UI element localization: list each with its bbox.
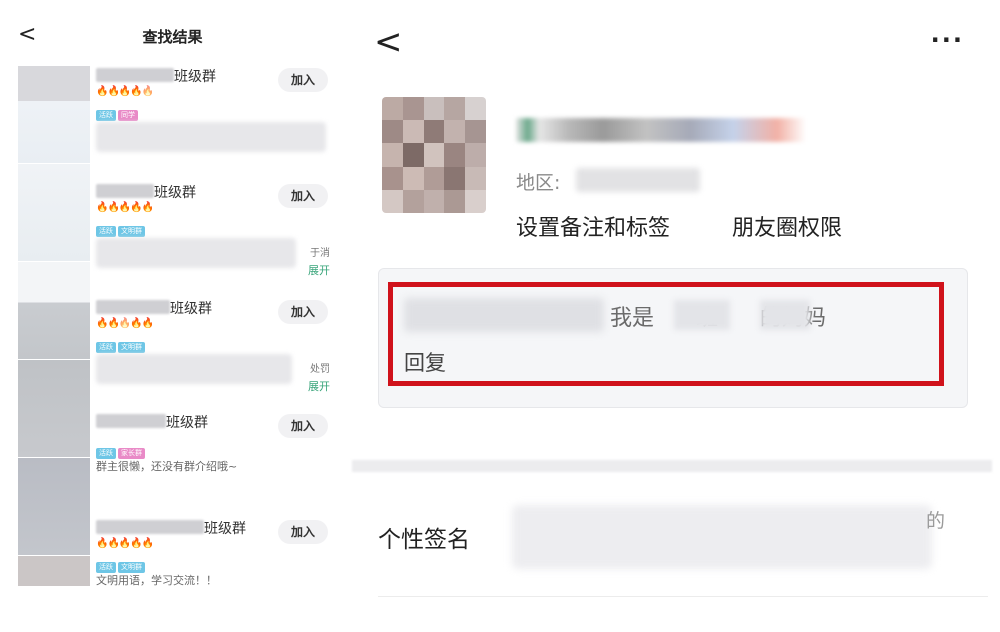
group-description: 文明用语，学习交流！！ bbox=[96, 574, 217, 587]
blurred-group-name bbox=[96, 520, 204, 534]
blurred-description bbox=[96, 122, 326, 152]
expand-link[interactable]: 展开 bbox=[308, 262, 330, 278]
activity-flames-icon: 🔥🔥🔥🔥🔥 bbox=[96, 86, 154, 97]
back-icon[interactable]: < bbox=[374, 22, 403, 62]
contact-profile-panel: < ··· 地区: 设置备注和标签 朋友圈权限 我是 班 的妈妈 回复 个性签名… bbox=[352, 0, 1000, 632]
blurred-description bbox=[96, 238, 296, 268]
moments-permission-link[interactable]: 朋友圈权限 bbox=[732, 210, 842, 242]
group-thumbnail bbox=[18, 458, 90, 555]
list-item[interactable]: 班级群 加入 🔥🔥🔥🔥🔥 活跃 文明群 文明用语，学习交流！！ bbox=[96, 520, 336, 630]
page-title: 查找结果 bbox=[142, 28, 203, 46]
activity-flames-icon: 🔥🔥🔥🔥🔥 bbox=[96, 538, 154, 549]
blurred-region-value bbox=[576, 168, 700, 192]
blurred-group-name bbox=[96, 300, 170, 314]
section-divider bbox=[352, 460, 992, 472]
join-button[interactable]: 加入 bbox=[278, 414, 328, 438]
join-button[interactable]: 加入 bbox=[278, 184, 328, 208]
search-results-panel: < 查找结果 班级群 加入 🔥🔥🔥🔥🔥 活跃 同学 班级群 加入 🔥🔥🔥🔥🔥 活跃… bbox=[0, 0, 345, 632]
avatar[interactable] bbox=[382, 97, 486, 213]
region-label: 地区: bbox=[516, 172, 561, 194]
tag-list: 活跃 文明群 bbox=[96, 554, 147, 573]
join-button[interactable]: 加入 bbox=[278, 300, 328, 324]
list-item[interactable]: 班级群 加入 🔥🔥🔥🔥🔥 活跃 文明群 处罚 展开 bbox=[96, 300, 336, 410]
divider-line bbox=[378, 596, 988, 597]
group-name: 班级群 bbox=[166, 415, 208, 431]
tag: 文明群 bbox=[118, 342, 145, 353]
group-thumbnail bbox=[18, 164, 90, 261]
group-name: 班级群 bbox=[170, 301, 212, 317]
tag-list: 活跃 同学 bbox=[96, 102, 140, 121]
group-description: 群主很懒，还没有群介绍哦~ bbox=[96, 460, 238, 473]
list-item[interactable]: 班级群 加入 🔥🔥🔥🔥🔥 活跃 文明群 于消 展开 bbox=[96, 184, 336, 294]
description-tail: 于消 bbox=[310, 248, 330, 259]
group-thumbnails bbox=[18, 66, 90, 632]
group-thumbnail bbox=[18, 66, 90, 163]
group-thumbnail bbox=[18, 556, 90, 586]
list-item[interactable]: 班级群 加入 活跃 家长群 群主很懒，还没有群介绍哦~ bbox=[96, 414, 336, 524]
group-thumbnail bbox=[18, 360, 90, 457]
signature-label: 个性签名 bbox=[378, 527, 470, 553]
tag: 活跃 bbox=[96, 110, 116, 121]
join-button[interactable]: 加入 bbox=[278, 520, 328, 544]
blurred-description bbox=[96, 354, 292, 384]
activity-flames-icon: 🔥🔥🔥🔥🔥 bbox=[96, 318, 154, 329]
tag: 活跃 bbox=[96, 342, 116, 353]
group-thumbnail bbox=[18, 262, 90, 359]
set-remark-and-tags-link[interactable]: 设置备注和标签 bbox=[516, 210, 670, 242]
tag: 同学 bbox=[118, 110, 138, 121]
join-button[interactable]: 加入 bbox=[278, 68, 328, 92]
group-name: 班级群 bbox=[154, 185, 196, 201]
group-name: 班级群 bbox=[174, 69, 216, 85]
group-name: 班级群 bbox=[204, 521, 246, 537]
signature-tail: 的 bbox=[926, 510, 946, 532]
description-tail: 处罚 bbox=[310, 364, 330, 375]
list-item[interactable]: 班级群 加入 🔥🔥🔥🔥🔥 活跃 同学 bbox=[96, 68, 336, 178]
blurred-nickname bbox=[516, 118, 806, 142]
tag-list: 活跃 文明群 bbox=[96, 218, 147, 237]
tag: 文明群 bbox=[118, 226, 145, 237]
tag-list: 活跃 家长群 bbox=[96, 440, 147, 459]
blurred-group-name bbox=[96, 184, 154, 198]
expand-link[interactable]: 展开 bbox=[308, 378, 330, 394]
blurred-group-name bbox=[96, 414, 166, 428]
blurred-signature-text bbox=[512, 505, 932, 569]
blurred-group-name bbox=[96, 68, 174, 82]
red-highlight-box bbox=[388, 282, 944, 386]
tag-list: 活跃 文明群 bbox=[96, 334, 147, 353]
activity-flames-icon: 🔥🔥🔥🔥🔥 bbox=[96, 202, 154, 213]
tag: 活跃 bbox=[96, 226, 116, 237]
more-options-icon[interactable]: ··· bbox=[931, 26, 964, 54]
search-results-header: < 查找结果 bbox=[0, 0, 345, 60]
